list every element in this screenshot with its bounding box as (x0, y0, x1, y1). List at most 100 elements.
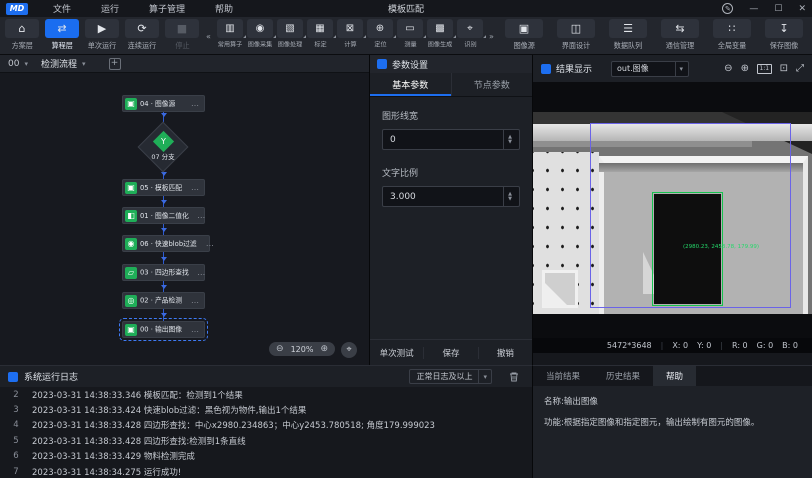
image-generate-button[interactable]: ▩ 图像生成 (425, 19, 455, 51)
process-layer-icon: ⇄ (57, 22, 66, 35)
actual-size-icon[interactable]: 1:1 (757, 64, 772, 74)
image-acquire-button[interactable]: ◉ 图像采集 (245, 19, 275, 51)
common-operators-button[interactable]: ▥ 常用算子 (215, 19, 245, 51)
node-more-icon[interactable]: … (197, 211, 206, 220)
image-resolution: 5472*3648 (607, 341, 652, 350)
log-row[interactable]: 4 2023-03-31 14:38:33.428 四边形查找：中心x2980.… (0, 418, 532, 433)
fit-image-icon[interactable]: ⊡ (780, 63, 788, 74)
loop-play-icon: ⟳ (137, 22, 146, 35)
node-output-image[interactable]: ▣ 00 · 输出图像 … (122, 321, 205, 338)
connector-arrow-icon (161, 285, 167, 292)
image-process-button[interactable]: ▧ 图像处理 (275, 19, 305, 51)
collapse-left-chevron[interactable]: « (202, 19, 215, 53)
tab-help[interactable]: 帮助 (653, 366, 696, 386)
menu-file[interactable]: 文件 (38, 2, 86, 15)
communication-icon: ⇆ (675, 22, 684, 35)
log-row[interactable]: 6 2023-03-31 14:38:33.429 物料检测完成 (0, 449, 532, 464)
zoom-out-icon[interactable]: ⊖ (724, 63, 732, 74)
clear-log-icon[interactable] (508, 371, 520, 383)
node-branch[interactable]: Y 07 分支 (139, 123, 187, 171)
node-more-icon[interactable]: … (206, 239, 215, 248)
single-test-button[interactable]: 单次测试 (370, 347, 423, 359)
flow-tab-title[interactable]: 检测流程 (41, 57, 77, 70)
node-image-source[interactable]: ▣ 04 · 图像源 … (122, 95, 205, 112)
result-panel-icon (541, 64, 551, 74)
parameter-tabs: 基本参数 节点参数 (370, 73, 532, 97)
help-content: 名称:输出图像 功能:根据指定图像和指定图元，输出绘制有图元的图像。 (533, 386, 812, 478)
maximize-button[interactable]: ☐ (774, 4, 782, 14)
text-scale-input[interactable]: 3.000 ▲▼ (382, 186, 520, 207)
save-image-button[interactable]: ↧ 保存图像 (758, 19, 810, 51)
result-panel-header: 结果显示 out.图像 ▾ ⊖ ⊕ 1:1 ⊡ ⤢ (533, 55, 812, 82)
add-flow-tab-button[interactable]: + (109, 58, 121, 70)
log-list[interactable]: 2 2023-03-31 14:38:33.346 模板匹配：检测到1个结果 3… (0, 387, 532, 478)
flowchart-canvas[interactable]: ▣ 04 · 图像源 … Y 07 分支 ▣ 05 · 模板匹配 … ◧ 01 … (0, 73, 369, 365)
template-match-node-icon: ▣ (125, 182, 137, 194)
zoom-level: 120% (291, 345, 314, 354)
communication-button[interactable]: ⇆ 通信管理 (654, 19, 706, 51)
product-detect-node-icon: ◎ (125, 295, 137, 307)
data-queue-button[interactable]: ☰ 数据队列 (602, 19, 654, 51)
zoom-in-icon[interactable]: ⊕ (320, 344, 328, 354)
log-row[interactable]: 7 2023-03-31 14:38:34.275 运行成功! (0, 464, 532, 478)
log-row[interactable]: 2 2023-03-31 14:38:33.346 模板匹配：检测到1个结果 (0, 387, 532, 402)
save-button[interactable]: 保存 (423, 347, 477, 359)
node-more-icon[interactable]: … (197, 268, 206, 277)
calibration-button[interactable]: ▦ 标定 (305, 19, 335, 51)
log-level-select[interactable]: 正常日志及以上 ▾ (409, 369, 492, 384)
menu-operator-manage[interactable]: 算子管理 (134, 2, 200, 15)
scheme-layer-button[interactable]: ⌂ 方案层 (2, 19, 42, 51)
log-row[interactable]: 5 2023-03-31 14:38:33.428 四边形查找:检测到1条直线 (0, 433, 532, 448)
node-more-icon[interactable]: … (191, 325, 200, 334)
tab-basic-params[interactable]: 基本参数 (370, 73, 451, 96)
ui-design-button[interactable]: ◫ 界面设计 (550, 19, 602, 51)
process-layer-button[interactable]: ⇄ 算程层 (42, 19, 82, 51)
binarization-node-icon: ◧ (125, 210, 137, 222)
global-variable-button[interactable]: ∷ 全局变量 (706, 19, 758, 51)
tab-current-result[interactable]: 当前结果 (533, 366, 593, 386)
result-image-viewport[interactable]: (2980.23, 2453.78, 179.99) (533, 82, 812, 338)
result-source-select[interactable]: out.图像 ▾ (611, 61, 689, 77)
node-product-detect[interactable]: ◎ 02 · 产品检测 … (122, 292, 205, 309)
spinner-icon[interactable]: ▲▼ (503, 187, 512, 206)
undo-button[interactable]: 撤销 (478, 347, 532, 359)
stop-button[interactable]: ■ 停止 (162, 19, 202, 51)
tab-node-params[interactable]: 节点参数 (451, 73, 533, 96)
pixel-g: G: 0 (757, 341, 774, 350)
log-panel-icon (8, 372, 18, 382)
connector-arrow-icon (161, 313, 167, 320)
minimize-button[interactable]: — (749, 4, 758, 14)
measure-button[interactable]: ▭ 测量 (395, 19, 425, 51)
node-more-icon[interactable]: … (191, 183, 200, 192)
log-row[interactable]: 3 2023-03-31 14:38:33.424 快速blob过滤：黑色视为物… (0, 402, 532, 417)
tab-history-result[interactable]: 历史结果 (593, 366, 653, 386)
spinner-icon[interactable]: ▲▼ (503, 130, 512, 149)
run-continuous-button[interactable]: ⟳ 连续运行 (122, 19, 162, 51)
calculation-button[interactable]: ⊠ 计算 (335, 19, 365, 51)
recognition-button[interactable]: ⌖ 识别 (455, 19, 485, 51)
parameter-panel-title: 参数设置 (392, 58, 428, 71)
theme-icon[interactable]: ✎ (722, 3, 733, 14)
run-once-button[interactable]: ▶ 单次运行 (82, 19, 122, 51)
image-source-button[interactable]: ▣ 图像源 (498, 19, 550, 51)
node-more-icon[interactable]: … (191, 99, 200, 108)
node-template-match[interactable]: ▣ 05 · 模板匹配 … (122, 179, 205, 196)
location-button[interactable]: ⊕ 定位 (365, 19, 395, 51)
pixel-b: B: 0 (782, 341, 798, 350)
node-more-icon[interactable]: … (191, 296, 200, 305)
zoom-in-icon[interactable]: ⊕ (741, 63, 749, 74)
zoom-out-icon[interactable]: ⊖ (276, 344, 284, 354)
menu-help[interactable]: 帮助 (200, 2, 248, 15)
node-blob-filter[interactable]: ◉ 06 · 快速blob过滤 … (122, 235, 210, 252)
settings-panel-icon (377, 59, 387, 69)
result-panel-title: 结果显示 (556, 62, 592, 75)
data-queue-icon: ☰ (623, 22, 633, 35)
flow-index-select[interactable]: 00 (8, 59, 19, 69)
menu-run[interactable]: 运行 (86, 2, 134, 15)
node-binarization[interactable]: ◧ 01 · 图像二值化 … (122, 207, 205, 224)
fullscreen-icon[interactable]: ⤢ (796, 63, 804, 74)
fit-view-icon[interactable]: ⌖ (341, 342, 357, 358)
close-button[interactable]: ✕ (798, 4, 806, 14)
line-width-input[interactable]: 0 ▲▼ (382, 129, 520, 150)
node-quad-find[interactable]: ▱ 03 · 四边形查找 … (122, 264, 205, 281)
